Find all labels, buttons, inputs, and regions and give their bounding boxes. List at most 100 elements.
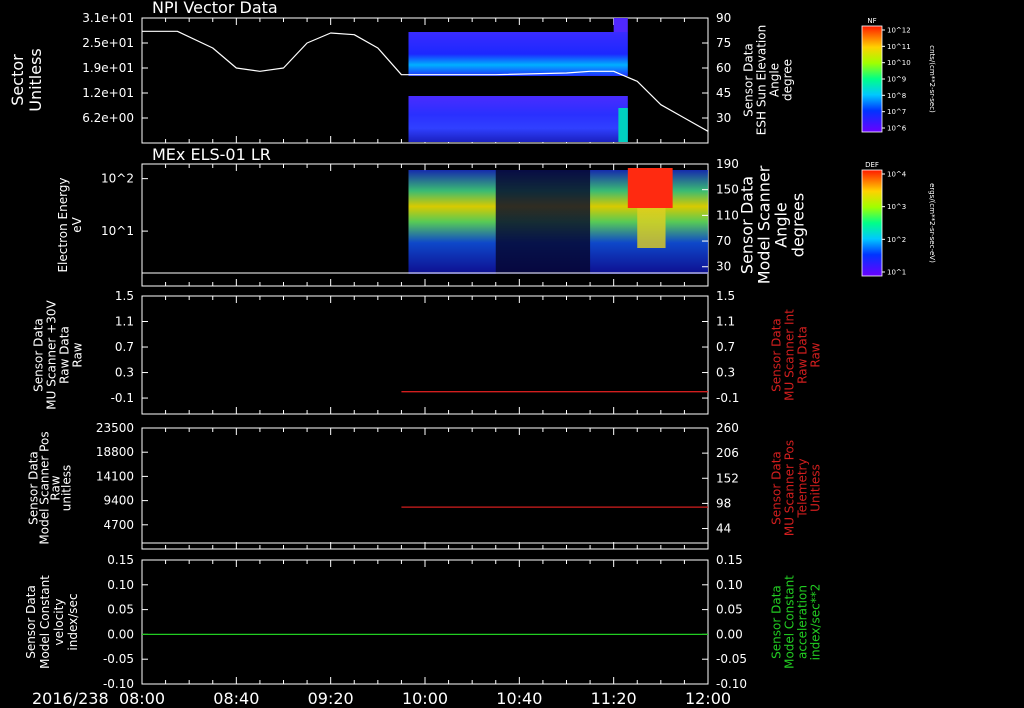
colorbar-2 [861, 169, 883, 277]
npi-spectrogram-edge [618, 108, 628, 142]
panel-4-frame [141, 427, 709, 550]
panel-4-y2-tick: 44 [716, 522, 731, 536]
panel-3-y2-tick: 0.7 [716, 340, 735, 354]
colorbar-1-units: cnts/(cm**2-sr-sec) [928, 45, 936, 113]
panel-5-ylabel: Model Constant [38, 575, 52, 669]
colorbar-1-label: NF [867, 17, 876, 25]
panel-1-y2-tick: 30 [716, 111, 731, 125]
npi-spectrogram-cap [613, 18, 628, 32]
panel-4-y2-tick: 260 [716, 421, 739, 435]
panel-4-y-tick: 9400 [103, 494, 134, 508]
colorbar-2-units: ergs/(cm**2-sr-sec-eV) [928, 183, 936, 263]
panel-5-y2-tick: 0.10 [716, 578, 743, 592]
colorbar-1-tick-label: 10^7 [887, 108, 906, 116]
colorbar-1-tick-label: 10^9 [887, 76, 906, 84]
panel-1-y2label: ESH Sun Elevation [755, 25, 769, 135]
panel-1-y2-tick: 45 [716, 86, 731, 100]
panel-4-ylabel: unitless [60, 465, 74, 511]
panel-3-y2-tick: 1.1 [716, 315, 735, 329]
panel-1-y2-tick: 90 [716, 11, 731, 25]
panel-5-y2-tick: 0.00 [716, 627, 743, 641]
panel-3-ylabel: Sensor Data [32, 318, 46, 392]
panel-3-y-tick: -0.1 [111, 391, 134, 405]
panel-1-y-tick: 2.5e+01 [82, 36, 134, 50]
panel-1-title: NPI Vector Data [152, 0, 278, 17]
els-data-gap [495, 170, 591, 274]
colorbar-1-tick-label: 10^11 [887, 43, 911, 51]
panel-3-y2label: Raw Data [796, 326, 810, 384]
colorbar-1 [861, 25, 883, 133]
panel-2-y2-tick: 150 [716, 183, 739, 197]
panel-1-y2label: Sensor Data [742, 43, 756, 117]
panel-3-y2label: Sensor Data [770, 318, 784, 392]
panel-4-y-tick: 4700 [103, 518, 134, 532]
panel-5-y-tick: 0.10 [107, 578, 134, 592]
panel-3-y-tick: 0.7 [115, 340, 134, 354]
panel-5-y2-tick: 0.05 [716, 603, 743, 617]
colorbar-2-tick-label: 10^2 [887, 236, 906, 244]
panel-3-y2-tick: 0.3 [716, 366, 735, 380]
panel-2-y-tick: 10^2 [101, 172, 134, 186]
colorbar-2-tick-label: 10^4 [887, 171, 907, 179]
panel-2-y2-tick: 70 [716, 234, 731, 248]
panel-4-y-tick: 14100 [96, 469, 134, 483]
panel-1-ylabel: Sector [8, 54, 27, 106]
panel-3-ylabel: Raw [71, 342, 85, 367]
panel-5-y-tick: -0.05 [103, 652, 134, 666]
panel-5-y2label: Sensor Data [770, 585, 784, 659]
colorbar-1-tick-label: 10^6 [887, 125, 907, 133]
panel-5-frame [141, 559, 709, 685]
panel-4-y-tick: 23500 [96, 421, 134, 435]
els-mid-flux [637, 208, 666, 248]
start-date-label: 2016/238 [32, 689, 109, 708]
panel-3-y-tick: 1.5 [115, 289, 134, 303]
panel-3-ylabel: MU Scanner +30V [45, 300, 59, 410]
panel-2-y2-tick: 30 [716, 260, 731, 274]
panel-1-y2-tick: 60 [716, 61, 731, 75]
npi-spectrogram-upper [408, 32, 628, 76]
colorbar-2-label: DEF [865, 161, 879, 169]
panel-4-y2label: Telemetry [796, 458, 810, 518]
colorbar-2-tick-label: 10^1 [887, 269, 906, 277]
panel-3-y-tick: 1.1 [115, 315, 134, 329]
panel-2-ylabel: Electron Energy [56, 177, 70, 272]
panel-5-y2label: acceleration [796, 585, 810, 659]
panel-4-y-tick: 18800 [96, 445, 134, 459]
time-tick-label: 10:40 [496, 689, 542, 708]
panel-2-y2label: degrees [789, 193, 808, 257]
colorbar-1-tick-label: 10^10 [887, 59, 911, 67]
time-tick-label: 08:40 [213, 689, 259, 708]
panel-1-y2label: Angle [768, 63, 782, 97]
panel-3-y2-tick: -0.1 [716, 391, 739, 405]
panel-5-y-tick: 0.00 [107, 627, 134, 641]
panel-2-y2-tick: 110 [716, 208, 739, 222]
panel-5-y2label: index/sec**2 [809, 584, 823, 661]
panel-5-y-tick: 0.15 [107, 553, 134, 567]
panel-4-y2-tick: 206 [716, 446, 739, 460]
panel-5-y2label: Model Constant [783, 575, 797, 669]
panel-2-y-tick: 10^1 [101, 224, 134, 238]
time-tick-label: 09:20 [308, 689, 354, 708]
panel-1-y-tick: 6.2e+00 [82, 111, 134, 125]
time-tick-label: 08:00 [119, 689, 165, 708]
time-tick-label: 12:00 [685, 689, 731, 708]
panel-1-y2label: degree [781, 59, 795, 101]
panel-1-y-tick: 1.2e+01 [82, 86, 134, 100]
time-tick-label: 10:00 [402, 689, 448, 708]
panel-3-ylabel: Raw Data [58, 326, 72, 384]
panel-3-y2label: MU Scanner Int [783, 309, 797, 401]
panel-3-frame [141, 295, 709, 415]
panel-5-y2-tick: -0.05 [716, 652, 747, 666]
panel-4-y2label: Sensor Data [770, 451, 784, 525]
panel-3-y2-tick: 1.5 [716, 289, 735, 303]
colorbar-1-tick-label: 10^12 [887, 27, 911, 35]
panel-2-y2-tick: 190 [716, 157, 739, 171]
panel-3-y-tick: 0.3 [115, 366, 134, 380]
panel-1-y-tick: 3.1e+01 [82, 11, 134, 25]
npi-spectrogram-lower [408, 96, 628, 142]
panel-4-y2-tick: 152 [716, 471, 739, 485]
panel-4-y2label: MU Scanner Pos [783, 440, 797, 536]
panel-1-ylabel: Unitless [26, 48, 45, 112]
timeseries-plot: NPI Vector Data 3.1e+01 2.5e+01 1.9e+01 1.2e… [8, 0, 936, 708]
els-high-flux [627, 168, 673, 208]
